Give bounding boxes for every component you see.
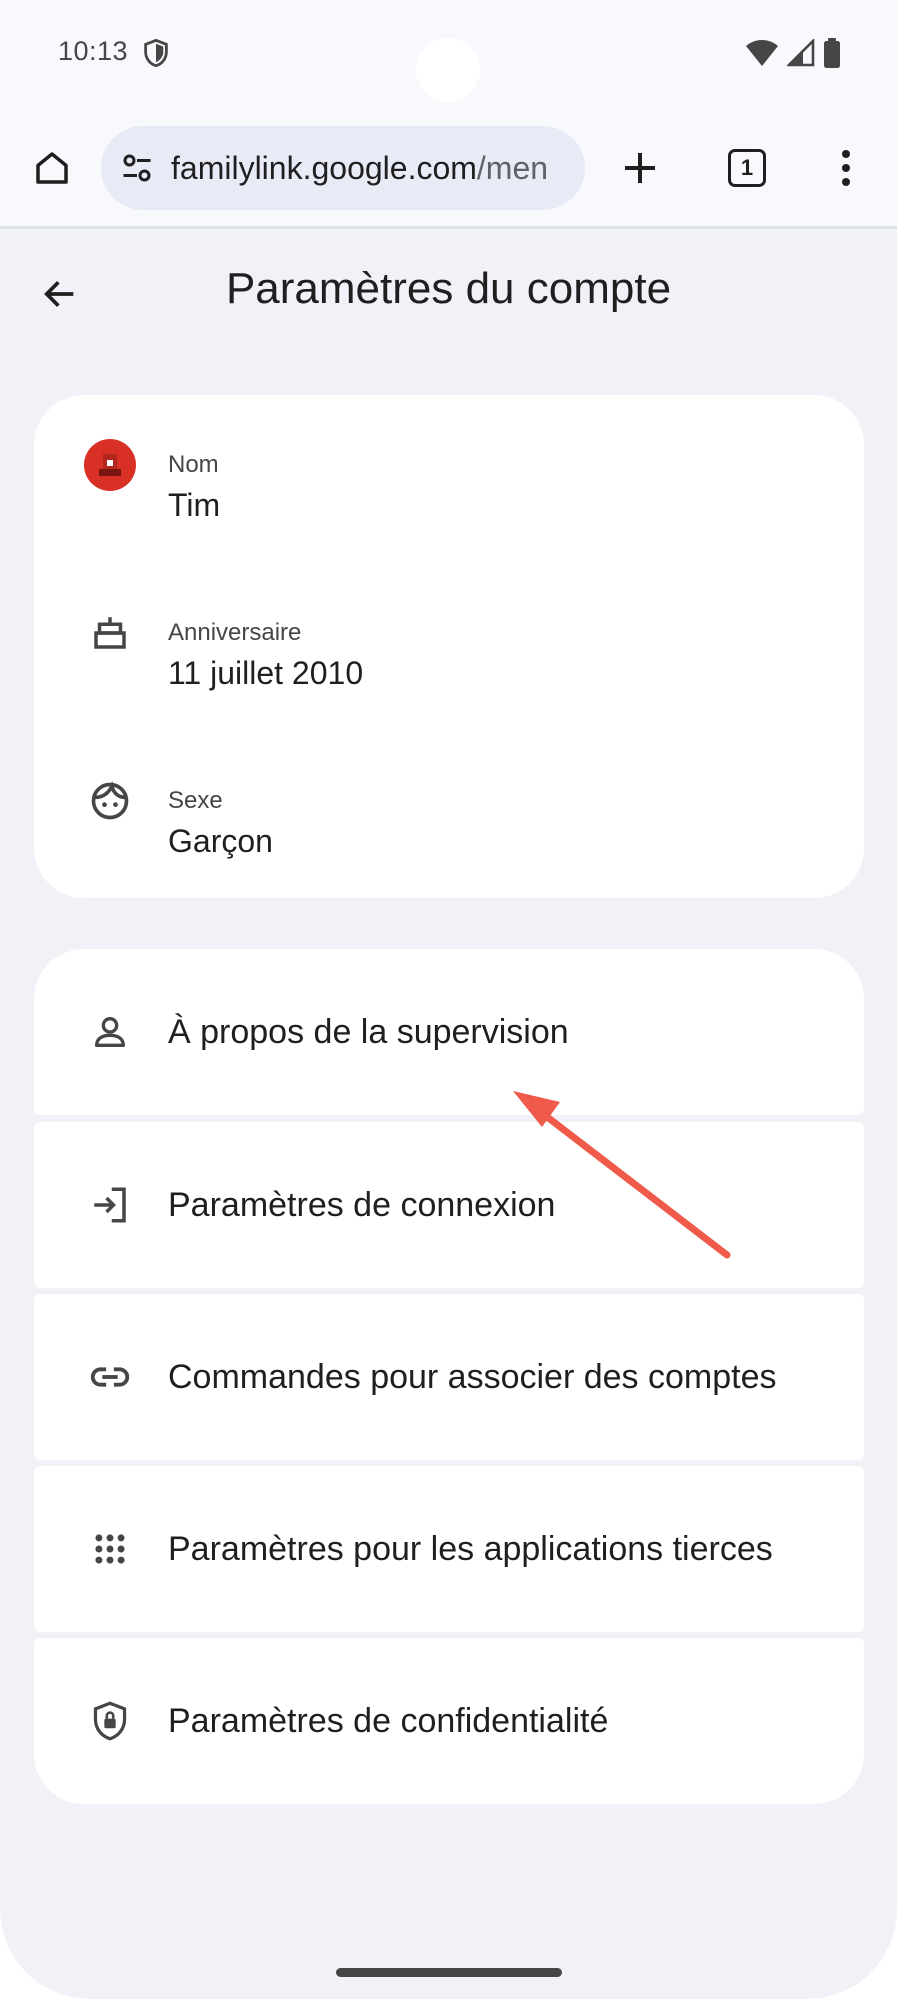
menu-item-label: Paramètres de connexion — [168, 1186, 556, 1224]
url-path: /men — [476, 149, 549, 186]
name-row[interactable]: Nom Tim — [34, 409, 864, 529]
person-icon — [82, 1004, 138, 1060]
address-bar[interactable]: familylink.google.com/men — [101, 126, 585, 210]
face-icon — [82, 773, 138, 829]
menu-item-label: Paramètres de confidentialité — [168, 1702, 609, 1740]
gender-row[interactable]: Sexe Garçon — [34, 745, 864, 865]
vpn-shield-icon — [144, 38, 168, 68]
gender-label: Sexe — [168, 787, 223, 814]
plus-icon — [625, 153, 655, 183]
tab-switcher-button[interactable]: 1 — [719, 140, 775, 196]
menu-item-label: Paramètres pour les applications tierces — [168, 1530, 773, 1568]
profile-card: Nom Tim Anniversaire 11 juillet 2010 Sex… — [34, 395, 864, 898]
menu-item-label: Commandes pour associer des comptes — [168, 1358, 777, 1396]
status-time: 10:13 — [58, 36, 129, 66]
browser-toolbar: familylink.google.com/men 1 — [0, 122, 897, 214]
url-text[interactable]: familylink.google.com/men — [171, 150, 548, 187]
name-label: Nom — [168, 451, 219, 478]
toolbar-divider — [0, 226, 897, 229]
home-icon — [36, 152, 68, 184]
link-icon — [82, 1349, 138, 1405]
home-button[interactable] — [24, 140, 80, 196]
menu-item-third-party-apps[interactable]: Paramètres pour les applications tierces — [34, 1466, 864, 1632]
menu-item-label: À propos de la supervision — [168, 1013, 569, 1051]
avatar — [82, 437, 138, 493]
status-bar: 10:13 — [0, 0, 897, 108]
home-indicator[interactable] — [336, 1968, 562, 1977]
menu-item-supervision[interactable]: À propos de la supervision — [34, 949, 864, 1115]
tab-count: 1 — [728, 149, 766, 187]
status-icons — [745, 38, 841, 68]
login-icon — [82, 1177, 138, 1233]
menu-item-privacy[interactable]: Paramètres de confidentialité — [34, 1638, 864, 1804]
birthday-value: 11 juillet 2010 — [168, 655, 364, 691]
name-value: Tim — [168, 487, 221, 523]
site-settings-icon[interactable] — [119, 150, 155, 186]
more-vert-icon — [842, 150, 850, 186]
privacy-shield-icon — [82, 1693, 138, 1749]
apps-grid-icon — [82, 1521, 138, 1577]
cake-icon — [82, 605, 138, 661]
page-title: Paramètres du compte — [225, 264, 672, 313]
birthday-row[interactable]: Anniversaire 11 juillet 2010 — [34, 577, 864, 697]
front-camera — [416, 38, 480, 102]
battery-icon — [824, 38, 840, 68]
new-tab-button[interactable] — [612, 140, 668, 196]
menu-item-linked-accounts[interactable]: Commandes pour associer des comptes — [34, 1294, 864, 1460]
browser-menu-button[interactable] — [818, 140, 874, 196]
menu-item-connexion[interactable]: Paramètres de connexion — [34, 1122, 864, 1288]
birthday-label: Anniversaire — [168, 619, 302, 646]
avatar-icon — [84, 439, 136, 491]
wifi-icon — [746, 40, 778, 66]
phone-screen: 10:13 familylink.google.com/men 1 Paramè… — [0, 0, 897, 1999]
url-domain: familylink.google.com — [171, 149, 477, 186]
signal-icon — [787, 39, 815, 67]
gender-value: Garçon — [168, 823, 273, 859]
